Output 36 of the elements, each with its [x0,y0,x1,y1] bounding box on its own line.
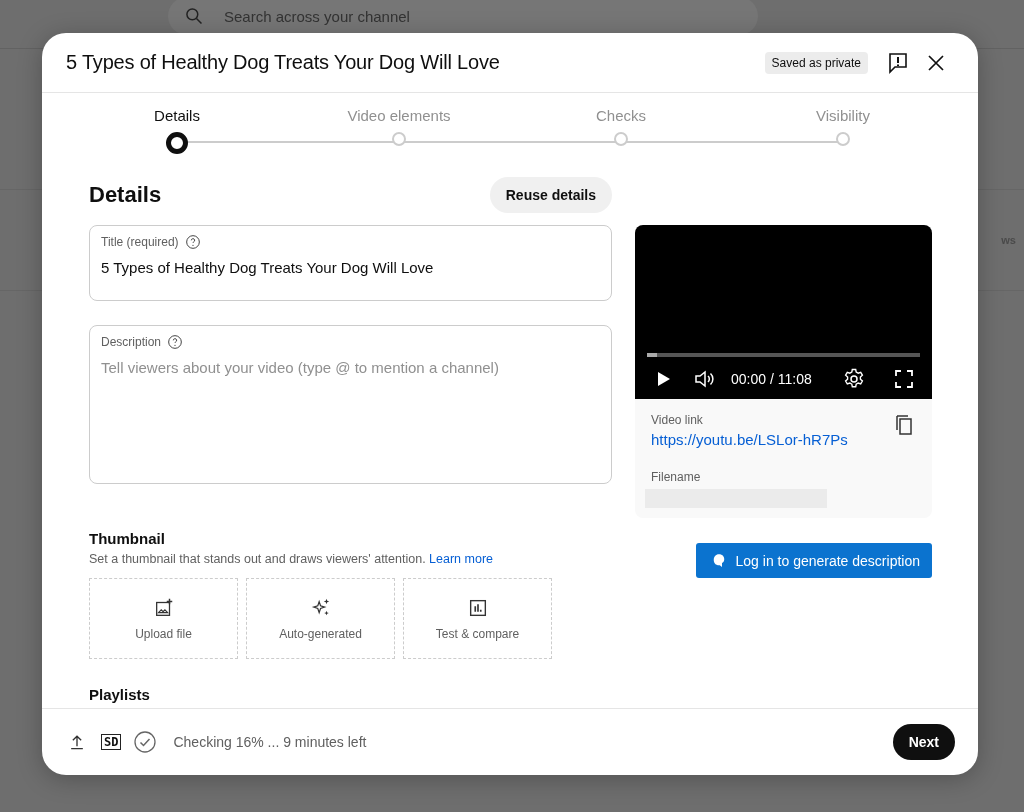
field-label: Description [101,335,162,349]
field-label: Filename [651,470,702,484]
step-tab[interactable]: Details [154,107,200,124]
search-input[interactable]: Search across your channel [222,6,526,26]
description-input[interactable]: Tell viewers about your video (type @ to mention a channel) [101,359,600,475]
status-badge: Saved as private [764,51,868,74]
feedback-icon[interactable] [886,50,910,75]
title-field[interactable]: Title (required) 5 Types of Healthy Dog Treats Your Dog Will Love [89,225,612,301]
video-link[interactable]: https://youtu.be/LSLor-hR7Ps [651,431,848,448]
check-circle-icon[interactable] [133,730,158,754]
thumbnail-option[interactable]: Auto-generated [246,578,395,659]
generate-description-button[interactable]: Log in to generate description [695,543,932,578]
fullscreen-icon[interactable] [892,367,916,391]
time-display: 00:00 / 11:08 [731,371,813,387]
progress-bar[interactable] [647,353,920,357]
section-heading: Playlists [89,686,151,703]
search-icon [184,6,204,26]
thumbnail-option[interactable]: Test & compare [403,578,552,659]
thumbnail-option[interactable]: Upload file [89,578,238,659]
title-input[interactable]: 5 Types of Healthy Dog Treats Your Dog Will Love [101,259,600,276]
field-label: Title (required) [101,235,179,249]
upload-status: Checking 16% ... 9 minutes left [173,734,368,750]
field-label: Video link [651,413,704,427]
description-field[interactable]: Description Tell viewers about your video (type @ to mention a channel) [89,325,612,484]
quality-badge[interactable]: SD [101,734,122,750]
help-icon[interactable] [167,334,184,350]
section-heading: Thumbnail [89,530,166,547]
next-button[interactable]: Next [892,724,955,760]
section-heading: Details [89,182,162,208]
reuse-details-button[interactable]: Reuse details [489,177,612,213]
video-player[interactable]: 00:00 / 11:08 [635,225,932,399]
help-icon[interactable] [184,234,201,250]
section-description: Set a thumbnail that stands out and draws viewers' attention. Learn more [89,552,494,566]
search-field[interactable]: Search across your channel [168,0,758,35]
dialog-title: 5 Types of Healthy Dog Treats Your Dog Will Love [66,51,501,74]
learn-more-link[interactable]: Learn more [429,552,494,566]
